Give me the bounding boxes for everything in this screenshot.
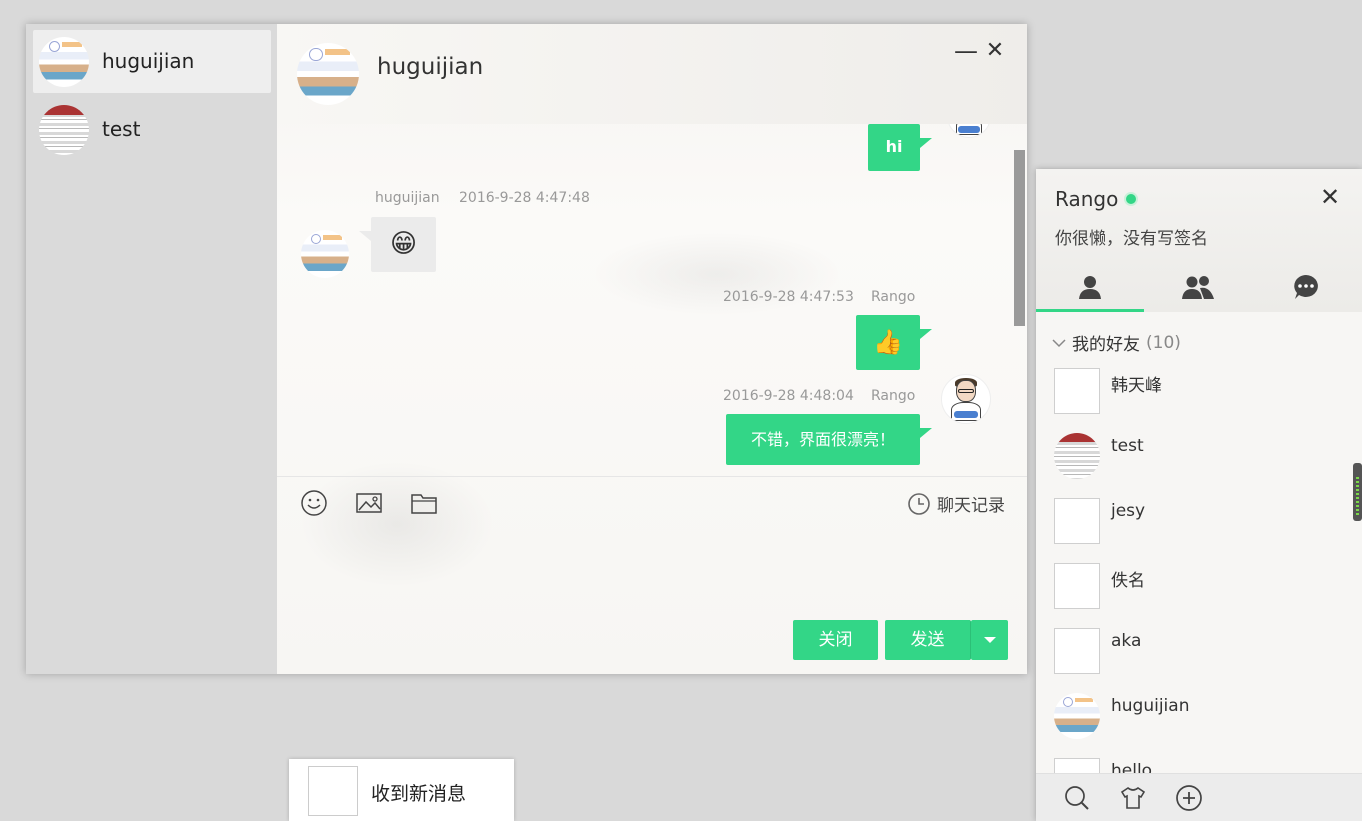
groups-icon <box>1182 276 1214 299</box>
friend-name: test <box>1111 436 1144 456</box>
friend-name: hello <box>1111 761 1153 773</box>
skin-tshirt-icon[interactable] <box>1119 784 1147 812</box>
avatar <box>1054 498 1100 544</box>
chat-title: huguijian <box>377 54 484 80</box>
message-input[interactable] <box>277 528 1027 618</box>
conversation-item[interactable]: test <box>33 98 271 161</box>
chat-history-button[interactable]: 聊天记录 <box>907 491 1005 516</box>
notification-popup[interactable]: 收到新消息 <box>289 759 514 821</box>
chevron-down-icon <box>983 637 996 643</box>
avatar <box>1054 693 1100 739</box>
user-name: Rango <box>1055 187 1119 211</box>
input-toolbar: 聊天记录 <box>277 476 1027 528</box>
friend-name: aka <box>1111 631 1142 651</box>
conversation-list: huguijian test <box>26 24 277 674</box>
buddy-header: Rango 你很懒，没有写签名 ✕ <box>1036 169 1362 312</box>
message-time: 2016-9-28 4:47:48 <box>459 190 590 206</box>
avatar <box>947 124 991 138</box>
friend-item[interactable]: aka <box>1054 628 1354 674</box>
friend-group-header[interactable]: 我的好友 (10) <box>1052 330 1181 355</box>
avatar <box>39 105 89 155</box>
close-window-button[interactable]: ✕ <box>984 40 1006 62</box>
user-signature[interactable]: 你很懒，没有写签名 <box>1055 224 1208 249</box>
buddy-footer <box>1036 773 1362 821</box>
avatar <box>297 43 359 105</box>
buddy-panel: Rango 你很懒，没有写签名 ✕ 我的好友 (10) 韩天峰 test jes… <box>1036 169 1362 821</box>
chat-header: huguijian — ✕ <box>277 24 1027 124</box>
message-time: 2016-9-28 4:48:04 <box>723 388 854 404</box>
friend-name: 佚名 <box>1111 571 1145 591</box>
emoji-icon[interactable] <box>300 489 328 517</box>
avatar <box>941 374 991 424</box>
notification-avatar <box>308 766 358 816</box>
group-name: 我的好友 <box>1072 335 1140 355</box>
side-handle[interactable] <box>1353 463 1362 521</box>
friend-name: jesy <box>1111 501 1146 521</box>
close-chat-button[interactable]: 关闭 <box>793 620 878 660</box>
avatar <box>1054 628 1100 674</box>
message-bubble: hi <box>868 124 932 171</box>
conversation-item[interactable]: huguijian <box>33 30 271 93</box>
send-button[interactable]: 发送 <box>885 620 971 660</box>
message-list[interactable]: hi huguijian 2016-9-28 4:47:48 😁 2016-9-… <box>277 124 1027 476</box>
close-panel-button[interactable]: ✕ <box>1320 185 1340 209</box>
friend-item[interactable]: jesy <box>1054 498 1354 544</box>
avatar <box>301 230 349 278</box>
message-sender: Rango <box>871 289 916 305</box>
minimize-button[interactable]: — <box>954 39 978 63</box>
contacts-icon <box>1079 276 1101 299</box>
message-time: 2016-9-28 4:47:53 <box>723 289 854 305</box>
avatar <box>1054 758 1100 773</box>
message-bubble: 😁 <box>359 217 436 272</box>
group-count: (10) <box>1146 332 1181 353</box>
friend-item[interactable]: 韩天峰 <box>1054 368 1354 414</box>
tab-chats[interactable] <box>1252 265 1360 312</box>
friend-item[interactable]: 佚名 <box>1054 563 1354 609</box>
avatar <box>1054 433 1100 479</box>
notification-text: 收到新消息 <box>371 783 467 805</box>
avatar <box>1054 563 1100 609</box>
tab-contacts[interactable] <box>1036 265 1144 312</box>
message-sender: Rango <box>871 388 916 404</box>
search-icon[interactable] <box>1063 784 1091 812</box>
chat-panel: huguijian — ✕ hi huguijian 2016-9-28 4:4… <box>277 24 1027 674</box>
message-bubble: 不错，界面很漂亮！ <box>726 414 932 465</box>
folder-icon[interactable] <box>410 489 438 517</box>
image-icon[interactable] <box>355 489 383 517</box>
avatar <box>1054 368 1100 414</box>
friend-item[interactable]: huguijian <box>1054 693 1354 739</box>
conversation-name: huguijian <box>102 49 195 73</box>
clock-icon <box>908 492 930 515</box>
tab-groups[interactable] <box>1144 265 1252 312</box>
conversation-name: test <box>102 117 141 141</box>
add-icon[interactable] <box>1175 784 1203 812</box>
message-bubble: 👍 <box>856 315 932 370</box>
message-sender: huguijian <box>375 190 440 206</box>
friend-item[interactable]: hello <box>1054 758 1354 773</box>
chat-history-label: 聊天记录 <box>937 496 1005 516</box>
avatar <box>39 37 89 87</box>
friend-item[interactable]: test <box>1054 433 1354 479</box>
message-scrollbar[interactable] <box>1014 150 1025 326</box>
chat-window: huguijian test huguijian — ✕ hi huguijia… <box>26 24 1027 674</box>
chat-bubble-icon <box>1294 275 1318 299</box>
friend-name: 韩天峰 <box>1111 376 1162 396</box>
friend-name: huguijian <box>1111 696 1190 716</box>
online-status-icon[interactable] <box>1124 192 1138 206</box>
chevron-down-icon <box>1052 338 1066 347</box>
send-options-button[interactable] <box>971 620 1008 660</box>
